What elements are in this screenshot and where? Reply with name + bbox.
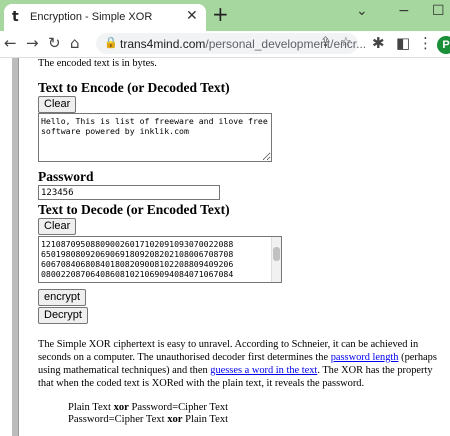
decrypt-button[interactable]: Decrypt xyxy=(38,307,88,324)
decode-line: 650198080920690691809208202108006708708 xyxy=(41,249,234,259)
page-left-border xyxy=(12,58,19,436)
equation-2: Password=Cipher Text xor Plain Text xyxy=(68,414,229,425)
clear-encode-button[interactable]: Clear xyxy=(38,96,77,113)
password-heading: Password xyxy=(38,169,94,184)
decode-scrollbar[interactable] xyxy=(271,237,281,282)
xor-tool: The encoded text is in bytes. Text to En… xyxy=(38,58,446,426)
active-tab[interactable]: t Encryption - Simple XOR ✕ xyxy=(4,4,206,31)
minimize-icon[interactable]: − xyxy=(398,3,410,19)
share-icon[interactable]: ⇪ xyxy=(320,35,331,50)
password-input[interactable] xyxy=(38,185,220,200)
reload-icon[interactable]: ↻ xyxy=(48,34,61,52)
tab-title: Encryption - Simple XOR xyxy=(30,11,153,23)
scrollbar-thumb[interactable] xyxy=(273,247,280,261)
explanation-paragraph: The Simple XOR ciphertext is easy to unr… xyxy=(38,339,437,389)
address-bar[interactable]: 🔒 trans4mind.com/personal_development/en… xyxy=(96,33,366,54)
extensions-puzzle-icon[interactable]: ✱ xyxy=(372,34,385,52)
site-favicon-icon: t xyxy=(12,9,19,25)
lock-icon[interactable]: 🔒 xyxy=(104,36,118,49)
clear-decode-button[interactable]: Clear xyxy=(38,218,77,235)
back-arrow-icon[interactable]: ← xyxy=(4,34,17,52)
overflow-divider-icon: ⋮ xyxy=(418,34,433,52)
equation-1: Plain Text xor Password=Cipher Text xyxy=(68,402,229,413)
tab-strip: t Encryption - Simple XOR ✕ + ⌄ − ☐ xyxy=(0,0,450,31)
password-length-link[interactable]: password length xyxy=(331,352,399,363)
encode-textarea[interactable]: Hello, This is list of freeware and ilov… xyxy=(38,113,272,162)
decode-textarea[interactable]: 121087095088090026017102091093070022088 … xyxy=(38,236,282,283)
bookmark-star-icon[interactable]: ☆ xyxy=(340,35,352,50)
close-tab-icon[interactable]: ✕ xyxy=(186,8,198,24)
decode-line: 080022087064086081021069094084071067084 xyxy=(41,269,234,279)
tab-search-chevron-icon[interactable]: ⌄ xyxy=(356,3,368,19)
web-page: The encoded text is in bytes. Text to En… xyxy=(0,58,450,436)
decode-line: 606708406808401808209008102208809409206 xyxy=(41,259,234,269)
encode-heading: Text to Encode (or Decoded Text) xyxy=(38,80,230,95)
forward-arrow-icon[interactable]: → xyxy=(26,34,39,52)
browser-toolbar: ← → ↻ ⌂ 🔒 trans4mind.com/personal_develo… xyxy=(0,31,450,58)
home-icon[interactable]: ⌂ xyxy=(70,34,80,52)
intro-text: The encoded text is in bytes. xyxy=(38,58,157,69)
new-tab-icon[interactable]: + xyxy=(212,3,229,25)
maximize-icon[interactable]: ☐ xyxy=(432,3,445,19)
decode-line: 121087095088090026017102091093070022088 xyxy=(41,239,234,249)
guesses-word-link[interactable]: guesses a word in the text xyxy=(210,365,317,376)
sidebar-icon[interactable]: ◧ xyxy=(396,34,410,52)
profile-avatar[interactable]: P xyxy=(437,36,450,54)
decode-heading: Text to Decode (or Encoded Text) xyxy=(38,202,230,217)
encrypt-button[interactable]: encrypt xyxy=(38,289,87,306)
